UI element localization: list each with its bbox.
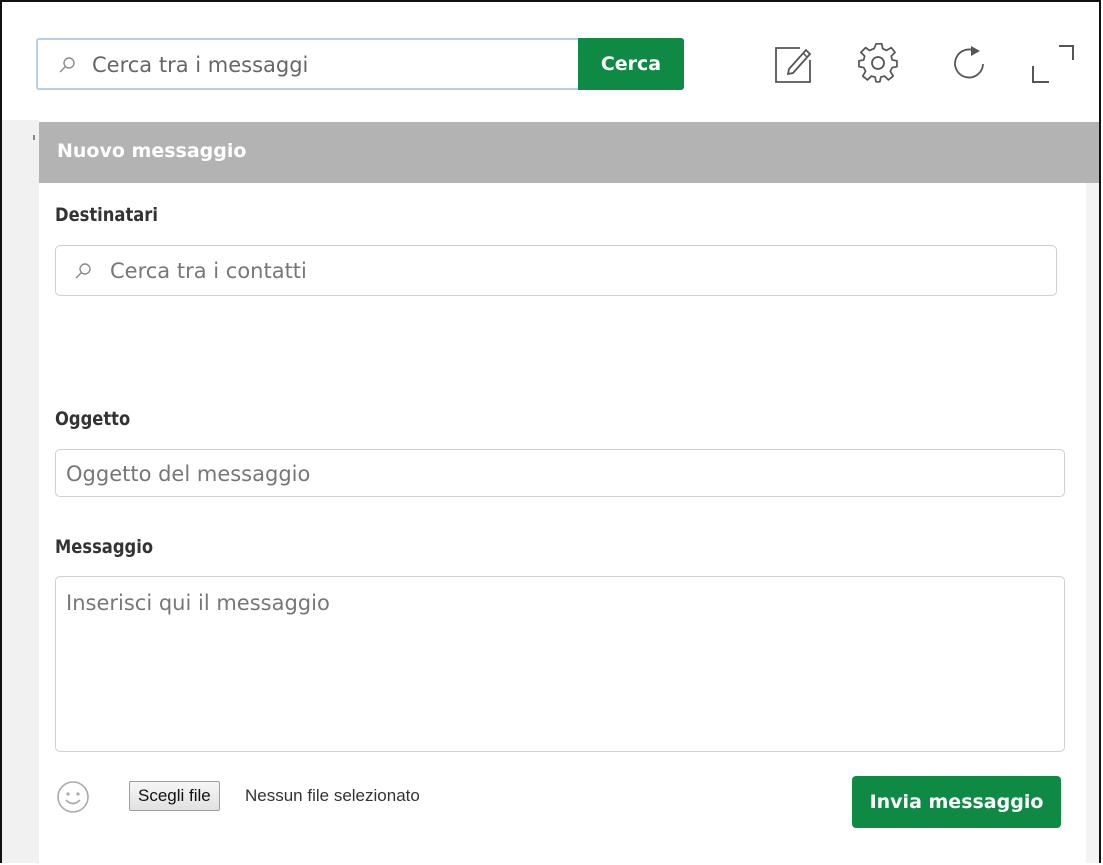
file-status-text: Nessun file selezionato [245, 786, 420, 805]
search-button[interactable]: Cerca [578, 38, 684, 90]
choose-file-button[interactable]: Scegli file [129, 781, 220, 811]
recipients-search-input[interactable] [110, 255, 1040, 287]
compose-title: Nuovo messaggio [57, 140, 247, 162]
search-icon [74, 262, 92, 285]
right-scroll-strip [1086, 183, 1099, 863]
subject-input[interactable] [66, 458, 1051, 490]
recipients-label: Destinatari [55, 204, 158, 226]
left-scroll-strip [2, 120, 39, 863]
gear-icon[interactable] [853, 38, 905, 90]
compose-header: Nuovo messaggio [39, 122, 1099, 183]
refresh-icon[interactable] [943, 38, 995, 90]
expand-icon[interactable] [1027, 38, 1079, 90]
compose-icon[interactable] [768, 38, 820, 90]
recipients-field[interactable] [55, 245, 1057, 296]
message-label: Messaggio [55, 536, 154, 558]
send-message-button[interactable]: Invia messaggio [852, 776, 1061, 828]
message-search-bar: Cerca [36, 38, 684, 90]
message-search-box[interactable] [36, 38, 578, 90]
search-icon [58, 56, 76, 79]
emoji-icon[interactable] [55, 779, 91, 815]
message-field[interactable] [55, 576, 1065, 752]
subject-field[interactable] [55, 449, 1065, 497]
subject-label: Oggetto [55, 408, 131, 430]
scroll-marker [33, 135, 35, 140]
message-textarea[interactable] [66, 591, 1051, 741]
message-search-input[interactable] [92, 48, 562, 82]
